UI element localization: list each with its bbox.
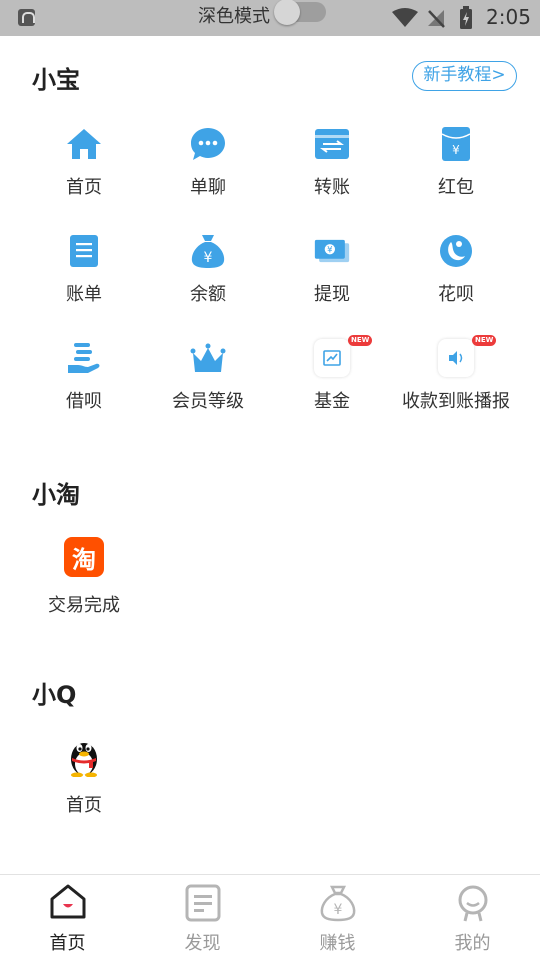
red-packet-icon: ¥ <box>438 126 474 162</box>
grid-item-label: 转账 <box>314 177 350 198</box>
dark-mode-label: 深色模式 <box>198 6 270 27</box>
grid-item-jiebei[interactable]: 借呗 <box>22 340 146 430</box>
grid-item-bill[interactable]: 账单 <box>22 233 146 323</box>
grid-item-label: 账单 <box>66 284 102 305</box>
svg-text:¥: ¥ <box>334 902 343 918</box>
grid-item-home[interactable]: 首页 <box>22 126 146 216</box>
money-bag-icon: ¥ <box>190 233 226 269</box>
toggle-knob <box>274 0 300 25</box>
wifi-icon <box>392 8 418 27</box>
grid-item-payment-broadcast[interactable]: NEW 收款到账播报 <box>394 335 518 430</box>
grid-item-transfer[interactable]: 转账 <box>270 126 394 216</box>
speaker-icon: NEW <box>438 335 497 377</box>
home-icon <box>66 126 102 162</box>
tutorial-button[interactable]: 新手教程> <box>412 61 517 91</box>
grid-item-label: 借呗 <box>66 391 102 412</box>
grid-item-label: 首页 <box>66 177 102 198</box>
no-signal-icon <box>428 10 445 28</box>
nav-label: 首页 <box>49 933 86 954</box>
grid-item-label: 交易完成 <box>48 595 120 616</box>
penguin-icon <box>66 737 102 777</box>
document-icon <box>183 883 223 923</box>
new-badge: NEW <box>472 335 497 346</box>
crown-icon <box>190 340 226 376</box>
bill-icon <box>66 233 102 269</box>
grid-item-red-packet[interactable]: ¥ 红包 <box>394 126 518 216</box>
grid-item-trade-complete[interactable]: 淘 交易完成 <box>22 537 146 627</box>
clock-time: 2:05 <box>486 5 531 29</box>
grid-item-label: 收款到账播报 <box>402 391 510 412</box>
svg-text:¥: ¥ <box>204 250 213 266</box>
money-bag-icon: ¥ <box>318 883 358 923</box>
nav-label: 发现 <box>184 933 221 954</box>
grid-item-chat[interactable]: 单聊 <box>146 126 270 216</box>
svg-text:¥: ¥ <box>452 143 460 157</box>
nav-tab-earn[interactable]: ¥ 赚钱 <box>270 875 405 960</box>
dark-mode-toggle[interactable] <box>274 0 326 25</box>
taobao-glyph: 淘 <box>72 545 96 574</box>
grid-item-label: 首页 <box>66 795 102 816</box>
nav-tab-home[interactable]: 首页 <box>0 875 135 960</box>
section-title-xiaoq: 小Q <box>32 681 77 709</box>
grid-item-label: 提现 <box>314 284 350 305</box>
grid-item-membership[interactable]: 会员等级 <box>146 340 270 430</box>
nav-tab-discover[interactable]: 发现 <box>135 875 270 960</box>
transfer-icon <box>314 126 350 162</box>
profile-icon <box>453 883 493 923</box>
nav-label: 我的 <box>454 933 491 954</box>
svg-text:¥: ¥ <box>327 246 333 256</box>
grid-item-huabei[interactable]: 花呗 <box>394 233 518 323</box>
grid-item-balance[interactable]: ¥ 余额 <box>146 233 270 323</box>
huabei-icon <box>438 233 474 269</box>
battery-charging-icon <box>460 6 472 29</box>
cash-icon: ¥ <box>314 233 350 269</box>
grid-item-label: 花呗 <box>438 284 474 305</box>
taobao-icon: 淘 <box>64 537 104 577</box>
home-smile-icon <box>48 883 88 923</box>
grid-item-label: 红包 <box>438 177 474 198</box>
grid-item-withdraw[interactable]: ¥ 提现 <box>270 233 394 323</box>
grid-item-fund[interactable]: NEW 基金 <box>270 335 394 430</box>
nav-label: 赚钱 <box>319 933 356 954</box>
section-title-xiaobao: 小宝 <box>32 66 80 94</box>
grid-item-label: 会员等级 <box>172 391 244 412</box>
grid-item-label: 基金 <box>314 391 350 412</box>
grid-item-qq-home[interactable]: 首页 <box>22 737 146 827</box>
grid-item-label: 余额 <box>190 284 226 305</box>
section-title-xiaotao: 小淘 <box>32 481 80 509</box>
bottom-nav: 首页 发现 ¥ 赚钱 我的 <box>0 874 540 960</box>
hand-coin-icon <box>66 340 102 376</box>
app-notification-icon <box>18 9 35 26</box>
fund-chart-icon: NEW <box>314 335 373 377</box>
grid-item-label: 单聊 <box>190 177 226 198</box>
chat-bubble-icon <box>190 126 226 162</box>
status-bar: 深色模式 2:05 <box>0 0 540 36</box>
new-badge: NEW <box>348 335 373 346</box>
nav-tab-mine[interactable]: 我的 <box>405 875 540 960</box>
